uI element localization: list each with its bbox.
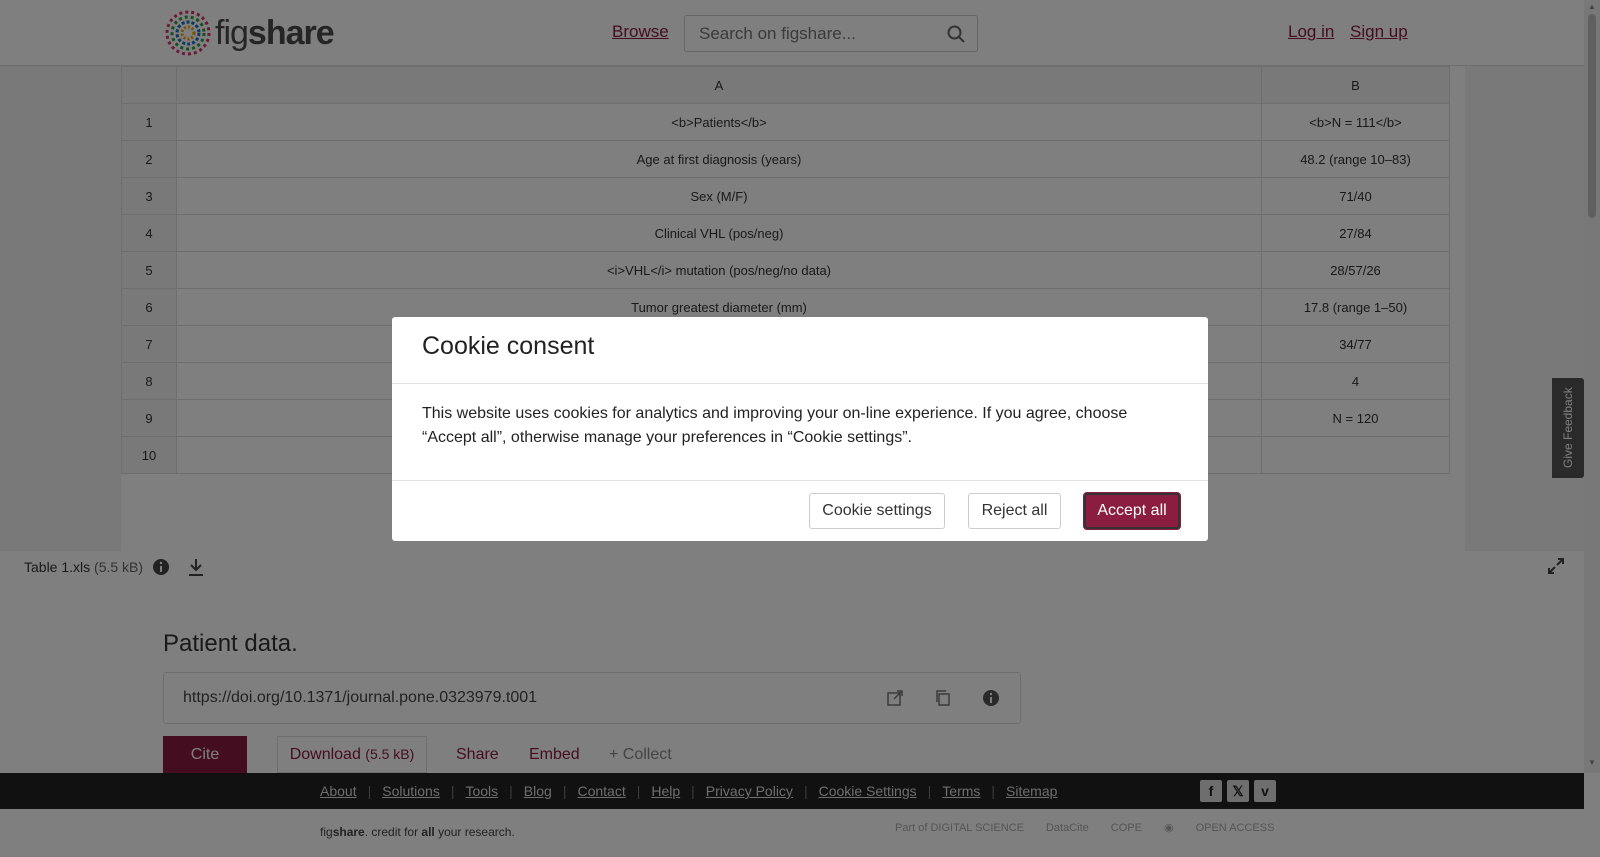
dialog-body: This website uses cookies for analytics … (422, 405, 1128, 446)
dialog-title: Cookie consent (422, 332, 595, 360)
accept-all-button[interactable]: Accept all (1084, 493, 1180, 529)
cookie-consent-dialog: Cookie consent This website uses cookies… (392, 317, 1208, 541)
divider (392, 480, 1208, 481)
cookie-settings-button[interactable]: Cookie settings (809, 493, 945, 529)
reject-all-button[interactable]: Reject all (968, 493, 1061, 529)
divider (392, 383, 1208, 384)
